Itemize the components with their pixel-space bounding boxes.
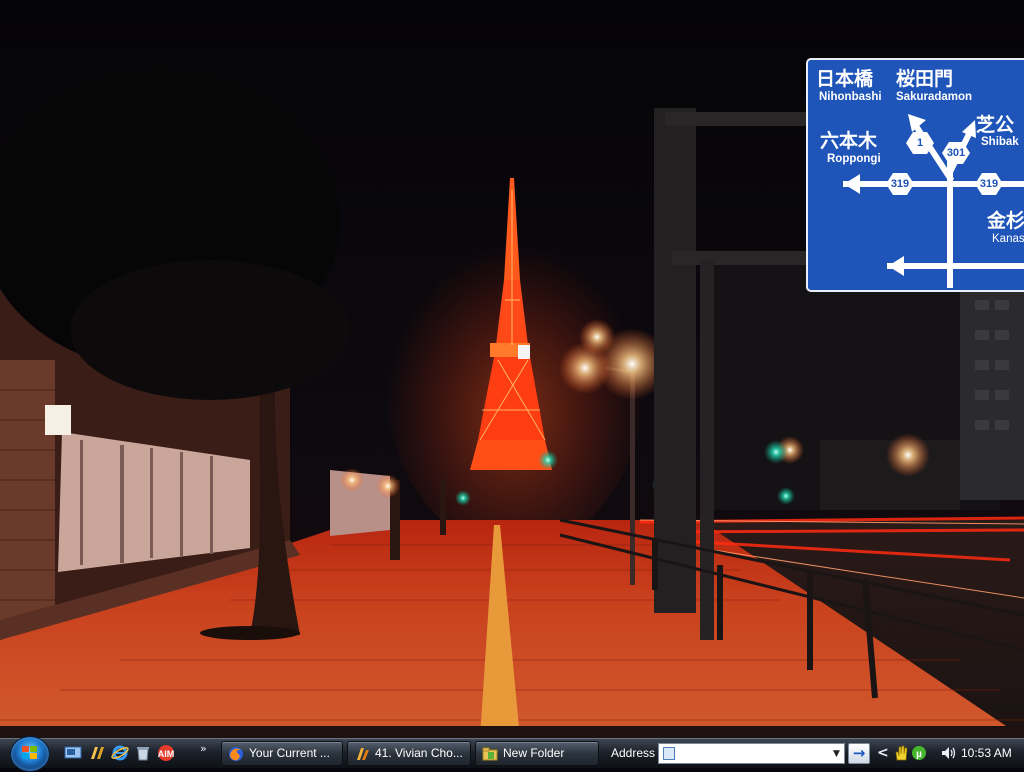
- sign-nihonbashi-jp: 日本橋: [816, 68, 874, 90]
- firefox-icon: [229, 747, 243, 761]
- svg-text:µ: µ: [916, 749, 922, 760]
- address-dropdown-chevron-icon[interactable]: ▼: [829, 743, 845, 764]
- recycle-bin-icon[interactable]: [134, 744, 152, 762]
- sign-sakuradamon-jp: 桜田門: [896, 68, 954, 90]
- sign-shibakoen-en: Shibak: [981, 136, 1019, 148]
- start-button[interactable]: [10, 736, 50, 772]
- folder-icon: [482, 747, 498, 761]
- task-label: Your Current ...: [249, 746, 330, 760]
- address-input[interactable]: [679, 745, 829, 762]
- sign-nihonbashi-en: Nihonbashi: [819, 91, 882, 103]
- sign-kanasugi-en: Kanas: [992, 233, 1024, 245]
- svg-text:AIM: AIM: [158, 749, 175, 759]
- internet-explorer-icon[interactable]: [111, 744, 129, 762]
- task-button-firefox[interactable]: Your Current ...: [221, 741, 343, 766]
- sign-shibakoen-jp: 芝公: [976, 114, 1015, 136]
- sign-sakuradamon-en: Sakuradamon: [896, 91, 973, 103]
- window-switcher-icon[interactable]: [88, 744, 106, 762]
- address-field[interactable]: [658, 743, 845, 764]
- volume-speaker-icon[interactable]: [940, 745, 956, 761]
- sign-roppongi-jp: 六本木: [820, 130, 878, 152]
- show-desktop-icon[interactable]: [64, 744, 82, 762]
- tray-expand-chevron[interactable]: <: [877, 745, 889, 761]
- utorrent-tray-icon[interactable]: µ: [911, 745, 927, 761]
- road-sign: 日本橋 Nihonbashi 桜田門 Sakuradamon 六本木 Roppo…: [806, 58, 1024, 292]
- quick-launch-more-chevron[interactable]: »: [200, 742, 207, 755]
- hand-tray-icon[interactable]: [893, 745, 909, 761]
- page-icon: [663, 747, 675, 760]
- sign-kanasugi-jp: 金杉: [987, 210, 1024, 232]
- address-go-button[interactable]: →: [848, 743, 870, 764]
- task-button-new-folder[interactable]: New Folder: [475, 741, 599, 766]
- aim-icon[interactable]: AIM: [157, 744, 175, 762]
- task-button-winamp[interactable]: 41. Vivian Cho...: [347, 741, 471, 766]
- task-label: 41. Vivian Cho...: [375, 746, 463, 760]
- address-label: Address: [611, 746, 656, 760]
- windows-logo-icon: [22, 746, 38, 760]
- taskbar: AIM » Your Current ... 41. Vivian Cho...…: [0, 736, 1024, 772]
- winamp-icon: [357, 748, 369, 760]
- task-label: New Folder: [503, 746, 565, 760]
- sign-roppongi-en: Roppongi: [827, 153, 881, 165]
- system-clock[interactable]: 10:53 AM: [961, 746, 1012, 760]
